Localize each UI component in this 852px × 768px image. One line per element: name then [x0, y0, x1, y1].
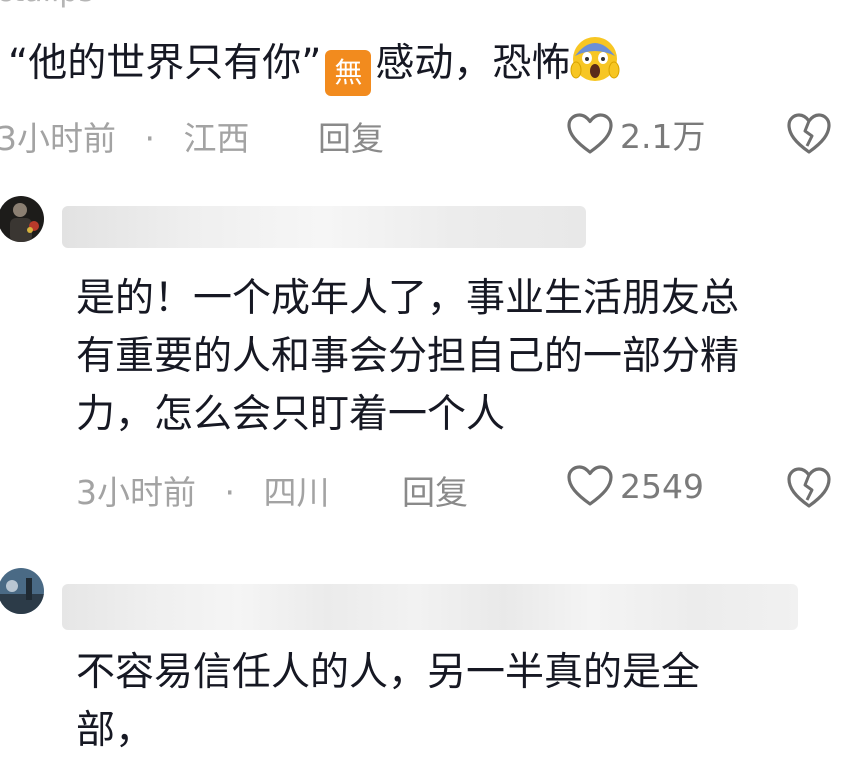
- comment-line: 不容易信任人的人，另一半真的是全: [76, 650, 701, 695]
- comment-username[interactable]: ctalips: [0, 0, 94, 9]
- comment-line: 有重要的人和事会分担自己的一部分精: [76, 334, 740, 379]
- comment-line: 是的！一个成年人了，事业生活朋友总: [76, 276, 740, 321]
- comment-text: 不容易信任人的人，另一半真的是全 部，: [76, 644, 700, 760]
- like-count: 2.1万: [620, 117, 706, 156]
- dislike-broken-heart-icon[interactable]: [786, 112, 832, 156]
- reply-button[interactable]: 回复: [402, 466, 468, 514]
- comment-location: 四川: [263, 473, 330, 512]
- avatar-image: [0, 196, 44, 242]
- avatar[interactable]: [0, 568, 44, 614]
- username-blurred[interactable]: [62, 584, 798, 630]
- comment-line: 力，怎么会只盯着一个人: [76, 392, 506, 437]
- meta-separator: ·: [144, 119, 156, 158]
- avatar[interactable]: [0, 196, 44, 242]
- comment-text: “他的世界只有你” 無感动，恐怖: [8, 34, 620, 96]
- like-count: 2549: [620, 466, 704, 506]
- scream-face-icon: [570, 37, 620, 81]
- comment-line: 部，: [76, 708, 155, 753]
- comment-time: 3小时前: [76, 473, 196, 512]
- flag-emoji-icon: 無: [325, 50, 372, 96]
- comment-meta: 3小时前 · 江西: [0, 112, 250, 160]
- meta-separator: ·: [224, 473, 236, 512]
- comment-meta: 3小时前 · 四川: [76, 466, 330, 514]
- reply-button[interactable]: 回复: [318, 112, 384, 160]
- comment-time: 3小时前: [0, 119, 116, 158]
- heart-outline-icon: [567, 465, 613, 506]
- avatar-image: [0, 568, 44, 614]
- comment-text: 是的！一个成年人了，事业生活朋友总 有重要的人和事会分担自己的一部分精 力，怎么…: [76, 270, 739, 444]
- like-button[interactable]: 2549: [566, 464, 704, 508]
- like-button[interactable]: 2.1万: [566, 110, 705, 158]
- comment-location: 江西: [183, 119, 250, 158]
- dislike-broken-heart-icon[interactable]: [786, 466, 832, 510]
- heart-outline-icon: [567, 113, 613, 154]
- comment-text-after: 感动，恐怖: [375, 41, 571, 86]
- username-blurred[interactable]: [62, 206, 586, 248]
- comment-text-quote: “他的世界只有你”: [8, 41, 322, 86]
